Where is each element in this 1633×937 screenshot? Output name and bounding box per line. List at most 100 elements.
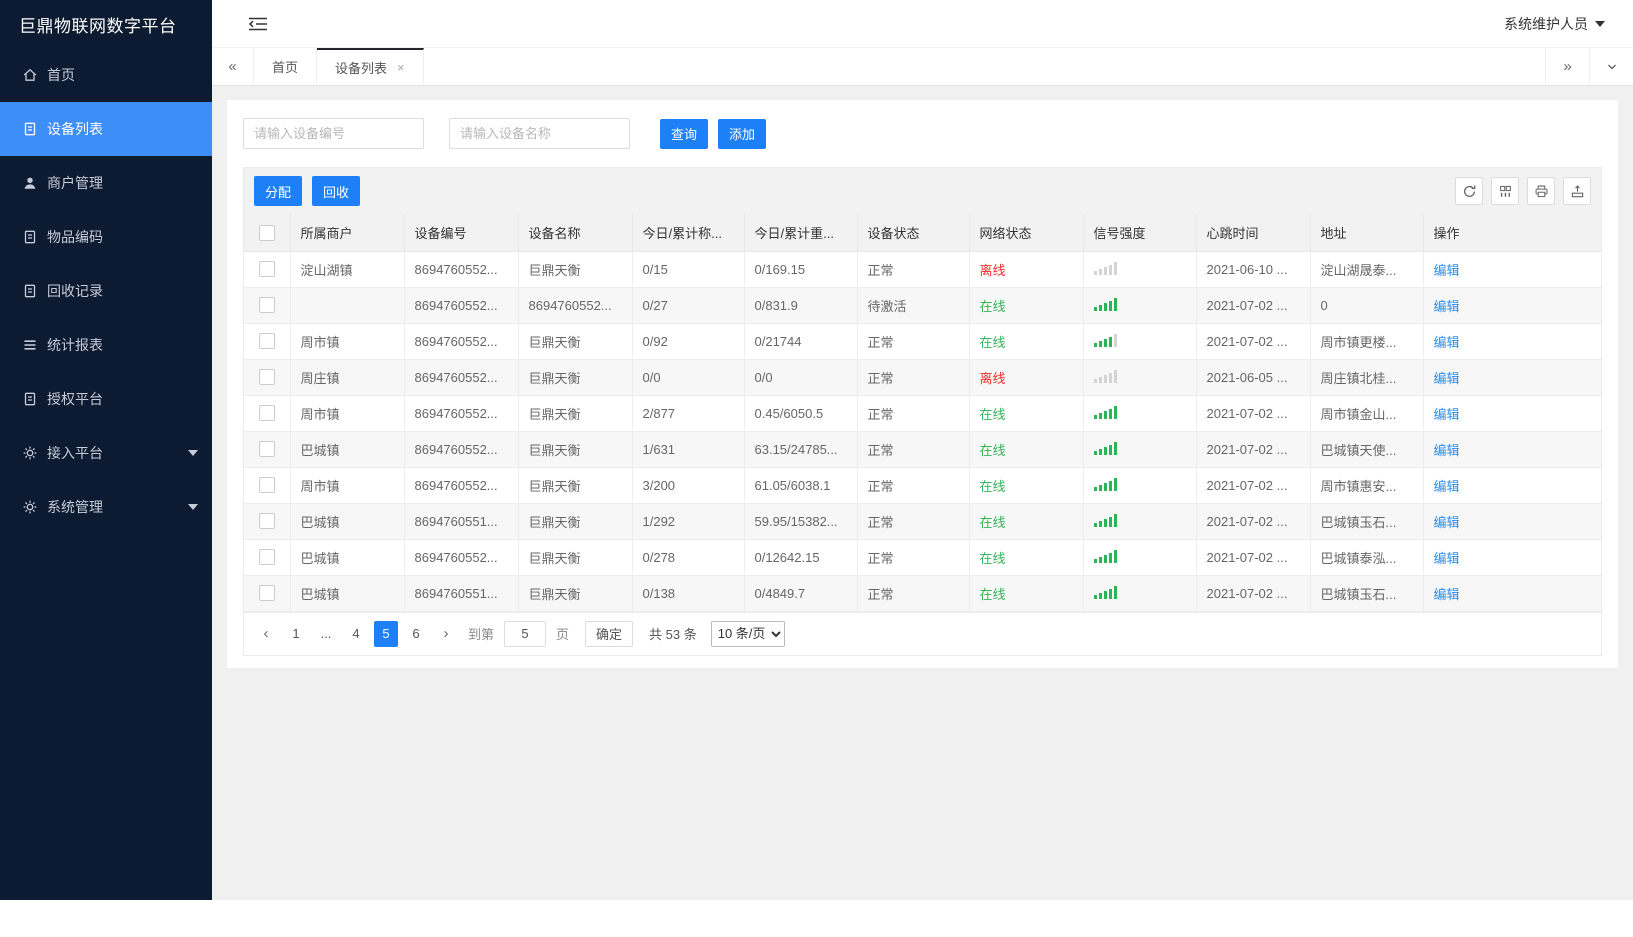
printer-icon xyxy=(1535,185,1547,197)
cell-heartbeat: 2021-07-02 ... xyxy=(1195,394,1311,432)
tab-首页[interactable]: 首页 xyxy=(254,48,318,85)
cell-actions: 编辑 xyxy=(1422,250,1601,288)
sidebar-item-recycle-record[interactable]: 回收记录 xyxy=(0,264,212,318)
tabs-scroll-right-icon[interactable]: » xyxy=(1545,48,1589,85)
sidebar-toggle-icon[interactable] xyxy=(248,16,268,32)
cell-actions: 编辑 xyxy=(1422,430,1601,468)
page-number-5[interactable]: 5 xyxy=(374,620,398,647)
cell-today-count: 0/138 xyxy=(631,574,745,612)
cell-signal xyxy=(1082,466,1197,504)
row-checkbox[interactable] xyxy=(258,477,275,494)
edit-link[interactable]: 编辑 xyxy=(1434,479,1460,494)
edit-link[interactable]: 编辑 xyxy=(1434,515,1460,530)
goto-page-input[interactable] xyxy=(504,620,547,647)
select-all-checkbox[interactable] xyxy=(258,224,275,241)
row-checkbox[interactable] xyxy=(258,585,275,602)
page-ellipsis: ... xyxy=(320,626,332,641)
cell-today-count: 0/278 xyxy=(631,538,745,576)
signal-strength-icon xyxy=(1093,513,1117,527)
tabs-scroll-left-icon[interactable]: « xyxy=(212,48,254,85)
table-row: 周市镇 8694760552... 巨鼎天衡 2/877 0.45/6050.5 正常 在线… xyxy=(244,394,1601,432)
row-checkbox[interactable] xyxy=(258,405,275,422)
signal-strength-icon xyxy=(1093,369,1117,383)
edit-link[interactable]: 编辑 xyxy=(1434,263,1460,278)
sidebar-item-stat-report[interactable]: 统计报表 xyxy=(0,318,212,372)
print-button[interactable] xyxy=(1527,177,1555,205)
column-header: 网络状态 xyxy=(968,214,1084,252)
page-number-4[interactable]: 4 xyxy=(344,621,368,647)
row-checkbox[interactable] xyxy=(258,513,275,530)
edit-link[interactable]: 编辑 xyxy=(1434,371,1460,386)
edit-link[interactable]: 编辑 xyxy=(1434,299,1460,314)
cell-merchant: 淀山湖镇 xyxy=(289,250,405,288)
sidebar-item-label: 系统管理 xyxy=(47,499,103,515)
sidebar-item-system-mgmt[interactable]: 系统管理 xyxy=(0,480,212,534)
cell-device-name: 巨鼎天衡 xyxy=(517,394,633,432)
sidebar-item-access-platform[interactable]: 接入平台 xyxy=(0,426,212,480)
sidebar-item-item-code[interactable]: 物品编码 xyxy=(0,210,212,264)
edit-link[interactable]: 编辑 xyxy=(1434,551,1460,566)
cell-today-weight: 0.45/6050.5 xyxy=(743,394,858,432)
cell-network-status: 在线 xyxy=(968,502,1084,540)
goto-suffix: 页 xyxy=(556,627,570,642)
home-icon xyxy=(22,67,38,83)
goto-prefix: 到第 xyxy=(468,627,495,642)
device-name-input[interactable] xyxy=(449,118,630,149)
row-checkbox[interactable] xyxy=(258,441,275,458)
page-size-select[interactable]: 10 条/页 xyxy=(710,620,785,647)
query-button[interactable]: 查询 xyxy=(660,118,709,149)
cell-actions: 编辑 xyxy=(1422,538,1601,576)
cell-today-count: 3/200 xyxy=(631,466,745,504)
edit-link[interactable]: 编辑 xyxy=(1434,443,1460,458)
edit-link[interactable]: 编辑 xyxy=(1434,335,1460,350)
refresh-button[interactable] xyxy=(1455,177,1483,205)
prev-page-icon[interactable]: ‹ xyxy=(254,621,278,647)
cell-heartbeat: 2021-07-02 ... xyxy=(1195,574,1311,612)
row-checkbox[interactable] xyxy=(258,261,275,278)
cell-actions: 编辑 xyxy=(1422,286,1601,324)
table-card: 分配 回收 所属商户 设备编号 设备名称 今日/累计称... 今日/累计重...… xyxy=(243,167,1602,656)
doc-icon xyxy=(22,121,38,137)
tab-设备列表[interactable]: 设备列表 × xyxy=(317,48,424,85)
column-header: 设备状态 xyxy=(856,214,970,252)
sidebar-item-auth-platform[interactable]: 授权平台 xyxy=(0,372,212,426)
cell-merchant: 巴城镇 xyxy=(289,538,405,576)
tabs-menu-icon[interactable] xyxy=(1589,48,1633,85)
sidebar-item-home[interactable]: 首页 xyxy=(0,48,212,102)
column-header: 操作 xyxy=(1422,214,1601,252)
edit-link[interactable]: 编辑 xyxy=(1434,407,1460,422)
cell-network-status: 在线 xyxy=(968,322,1084,360)
cell-merchant: 周市镇 xyxy=(289,466,405,504)
row-checkbox[interactable] xyxy=(258,333,275,350)
cell-today-count: 1/292 xyxy=(631,502,745,540)
row-checkbox[interactable] xyxy=(258,549,275,566)
top-header: 系统维护人员 xyxy=(212,0,1633,48)
network-status-badge: 在线 xyxy=(979,298,1006,314)
gear-icon xyxy=(22,499,38,515)
signal-strength-icon xyxy=(1093,297,1117,311)
sidebar-item-label: 物品编码 xyxy=(47,229,103,245)
sidebar: 巨鼎物联网数字平台 首页 设备列表 商户管理 物品编码 回收记录 统计报表 授权平台 接入平台… xyxy=(0,0,212,900)
row-checkbox[interactable] xyxy=(258,369,275,386)
tab-close-icon[interactable]: × xyxy=(397,60,405,75)
add-button[interactable]: 添加 xyxy=(718,118,767,149)
cell-today-weight: 0/831.9 xyxy=(743,286,858,324)
assign-button[interactable]: 分配 xyxy=(254,176,303,206)
recycle-button[interactable]: 回收 xyxy=(312,176,361,206)
user-menu[interactable]: 系统维护人员 xyxy=(1504,14,1605,34)
sidebar-item-label: 统计报表 xyxy=(47,337,103,353)
export-button[interactable] xyxy=(1563,177,1591,205)
network-status-badge: 在线 xyxy=(979,550,1006,566)
sidebar-item-merchant-mgmt[interactable]: 商户管理 xyxy=(0,156,212,210)
row-checkbox[interactable] xyxy=(258,297,275,314)
page-number-6[interactable]: 6 xyxy=(404,621,428,647)
cell-today-weight: 0/4849.7 xyxy=(743,574,858,612)
columns-button[interactable] xyxy=(1491,177,1519,205)
goto-confirm-button[interactable]: 确定 xyxy=(585,620,634,647)
sidebar-item-device-list[interactable]: 设备列表 xyxy=(0,102,212,156)
device-no-input[interactable] xyxy=(243,118,424,149)
next-page-icon[interactable]: › xyxy=(434,621,458,647)
cell-device-status: 正常 xyxy=(856,358,970,396)
edit-link[interactable]: 编辑 xyxy=(1434,587,1460,602)
page-number-1[interactable]: 1 xyxy=(284,621,308,647)
